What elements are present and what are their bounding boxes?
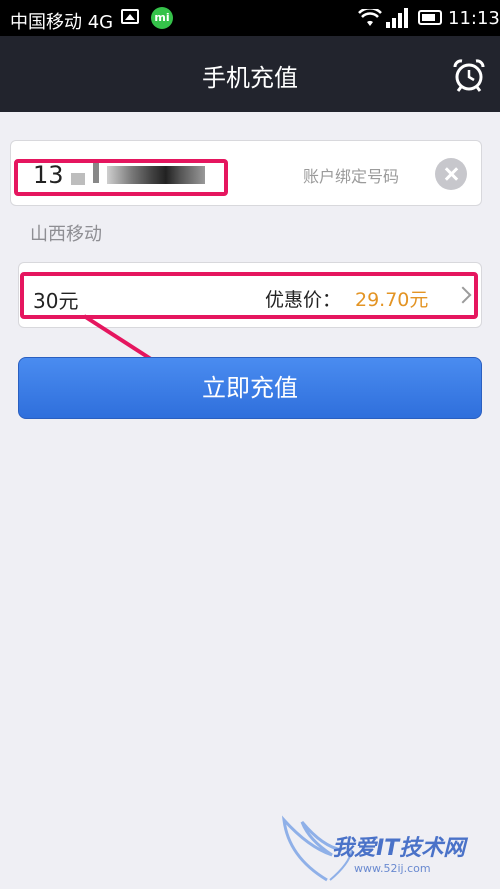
mi-chat-icon: mi <box>151 7 173 29</box>
wifi-icon <box>358 9 382 26</box>
watermark-text: 我爱IT技术网 <box>332 836 466 861</box>
page-title: 手机充值 <box>202 64 298 92</box>
clear-icon[interactable] <box>435 158 467 190</box>
watermark-url: www.52ij.com <box>354 862 431 875</box>
status-bar: 中国移动 4G mi 11:13 <box>0 0 500 36</box>
alarm-clock-icon[interactable] <box>452 58 486 92</box>
phone-hint-label: 账户绑定号码 <box>303 167 400 186</box>
battery-icon <box>418 10 442 25</box>
highlight-box-phone <box>14 159 228 196</box>
nav-bar: 手机充值 <box>0 36 500 112</box>
carrier-label: 中国移动 4G <box>10 12 114 33</box>
image-icon <box>121 9 139 24</box>
recharge-now-button[interactable]: 立即充值 <box>18 357 482 419</box>
watermark: 我爱IT技术网 www.52ij.com <box>282 810 492 885</box>
carrier-name: 山西移动 <box>30 224 102 245</box>
signal-icon <box>386 8 408 28</box>
clock-time: 11:13 <box>448 8 500 29</box>
